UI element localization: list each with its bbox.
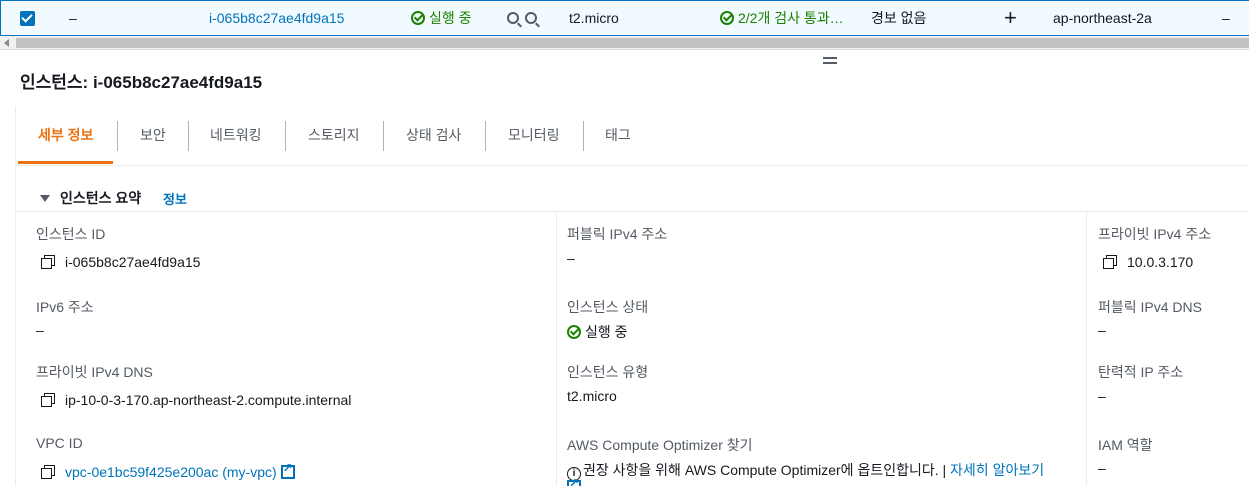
- tab-networking[interactable]: 네트워킹: [210, 106, 262, 164]
- ipv6-label: IPv6 주소: [36, 299, 94, 315]
- row-extra-cell: –: [1222, 10, 1230, 26]
- scroll-left-arrow-icon[interactable]: [4, 39, 9, 47]
- public-dns-label: 퍼블릭 IPv4 DNS: [1098, 299, 1202, 315]
- tab-status-checks[interactable]: 상태 검사: [406, 106, 461, 164]
- vpc-id-link[interactable]: vpc-0e1bc59f425e200ac (my-vpc): [65, 464, 277, 480]
- row-status-check-text: 2/2개 검사 통과…: [738, 10, 844, 26]
- zoom-in-icon[interactable]: [507, 12, 519, 24]
- private-ip-value: 10.0.3.170: [1103, 254, 1193, 270]
- tab-storage[interactable]: 스토리지: [308, 106, 360, 164]
- row-state-cell: 실행 중: [411, 1, 472, 35]
- row-az-cell: ap-northeast-2a: [1053, 10, 1152, 26]
- instance-summary-heading[interactable]: 인스턴스 요약: [40, 188, 141, 208]
- public-dns-value: –: [1098, 322, 1106, 338]
- caret-down-icon[interactable]: [40, 195, 50, 202]
- tab-details[interactable]: 세부 정보: [18, 106, 114, 164]
- check-circle-icon: [720, 11, 734, 25]
- row-checkbox[interactable]: [20, 11, 35, 26]
- tab-monitoring[interactable]: 모니터링: [508, 106, 560, 164]
- vpc-id-value: vpc-0e1bc59f425e200ac (my-vpc): [41, 461, 295, 480]
- horizontal-scrollbar[interactable]: [0, 36, 1249, 50]
- iam-role-value: –: [1098, 460, 1106, 476]
- info-link[interactable]: 정보: [163, 189, 187, 208]
- page-title: 인스턴스: i-065b8c27ae4fd9a15: [20, 73, 263, 92]
- row-alarm-cell: 경보 없음: [871, 10, 927, 26]
- check-circle-icon: [411, 11, 425, 25]
- copy-icon[interactable]: [41, 465, 55, 479]
- add-alarm-icon[interactable]: +: [1004, 1, 1017, 35]
- row-type-cell: t2.micro: [569, 10, 619, 26]
- compute-optimizer-text: 권장 사항을 위해 AWS Compute Optimizer에 옵트인합니다.…: [583, 462, 947, 478]
- iam-role-label: IAM 역할: [1098, 437, 1153, 453]
- split-drag-handle-icon[interactable]: [823, 57, 837, 67]
- row-state-text: 실행 중: [429, 10, 472, 26]
- instance-id-label: 인스턴스 ID: [36, 226, 106, 242]
- zoom-out-icon[interactable]: [524, 12, 537, 24]
- instance-id-value: i-065b8c27ae4fd9a15: [41, 254, 200, 270]
- compute-optimizer-label: AWS Compute Optimizer 찾기: [567, 437, 753, 453]
- private-ip-label: 프라이빗 IPv4 주소: [1098, 226, 1212, 242]
- public-ip-value: –: [567, 250, 575, 266]
- external-link-icon[interactable]: [280, 461, 295, 479]
- private-dns-value: ip-10-0-3-170.ap-northeast-2.compute.int…: [41, 392, 351, 408]
- tab-security[interactable]: 보안: [140, 106, 166, 164]
- copy-icon[interactable]: [1103, 255, 1117, 269]
- public-ip-label: 퍼블릭 IPv4 주소: [567, 226, 668, 242]
- instance-state-label: 인스턴스 상태: [567, 299, 649, 315]
- row-name-cell: –: [69, 10, 77, 26]
- learn-more-link[interactable]: 자세히 알아보기: [950, 462, 1044, 478]
- tab-tags[interactable]: 태그: [605, 106, 631, 164]
- scrollbar-thumb[interactable]: [16, 38, 1249, 48]
- instance-summary-title: 인스턴스 요약: [60, 190, 142, 206]
- elastic-ip-label: 탄력적 IP 주소: [1098, 364, 1184, 380]
- instance-table-row-selected[interactable]: – i-065b8c27ae4fd9a15 실행 중 t2.micro 2/2개…: [0, 0, 1249, 36]
- instance-state-text: 실행 중: [585, 324, 628, 340]
- private-ip-text: 10.0.3.170: [1127, 254, 1194, 270]
- row-instance-id-link[interactable]: i-065b8c27ae4fd9a15: [209, 1, 344, 35]
- copy-icon[interactable]: [41, 255, 55, 269]
- instance-id-text: i-065b8c27ae4fd9a15: [65, 254, 201, 270]
- instance-state-value: 실행 중: [567, 322, 628, 342]
- instance-type-label: 인스턴스 유형: [567, 364, 649, 380]
- detail-tabs: 세부 정보 보안 네트워킹 스토리지 상태 검사 모니터링 태그: [15, 106, 1249, 166]
- check-circle-icon: [567, 325, 581, 339]
- compute-optimizer-value: i 권장 사항을 위해 AWS Compute Optimizer에 옵트인합니다…: [567, 460, 1044, 481]
- ipv6-value: –: [36, 322, 44, 338]
- row-status-check-cell[interactable]: 2/2개 검사 통과…: [720, 1, 844, 35]
- row-zoom-icons[interactable]: [507, 1, 539, 35]
- vpc-id-label: VPC ID: [36, 435, 83, 451]
- elastic-ip-value: –: [1098, 388, 1106, 404]
- copy-icon[interactable]: [41, 393, 55, 407]
- external-link-icon[interactable]: [567, 476, 581, 486]
- instance-type-value: t2.micro: [567, 388, 617, 404]
- private-dns-text: ip-10-0-3-170.ap-northeast-2.compute.int…: [65, 392, 352, 408]
- private-dns-label: 프라이빗 IPv4 DNS: [36, 364, 153, 380]
